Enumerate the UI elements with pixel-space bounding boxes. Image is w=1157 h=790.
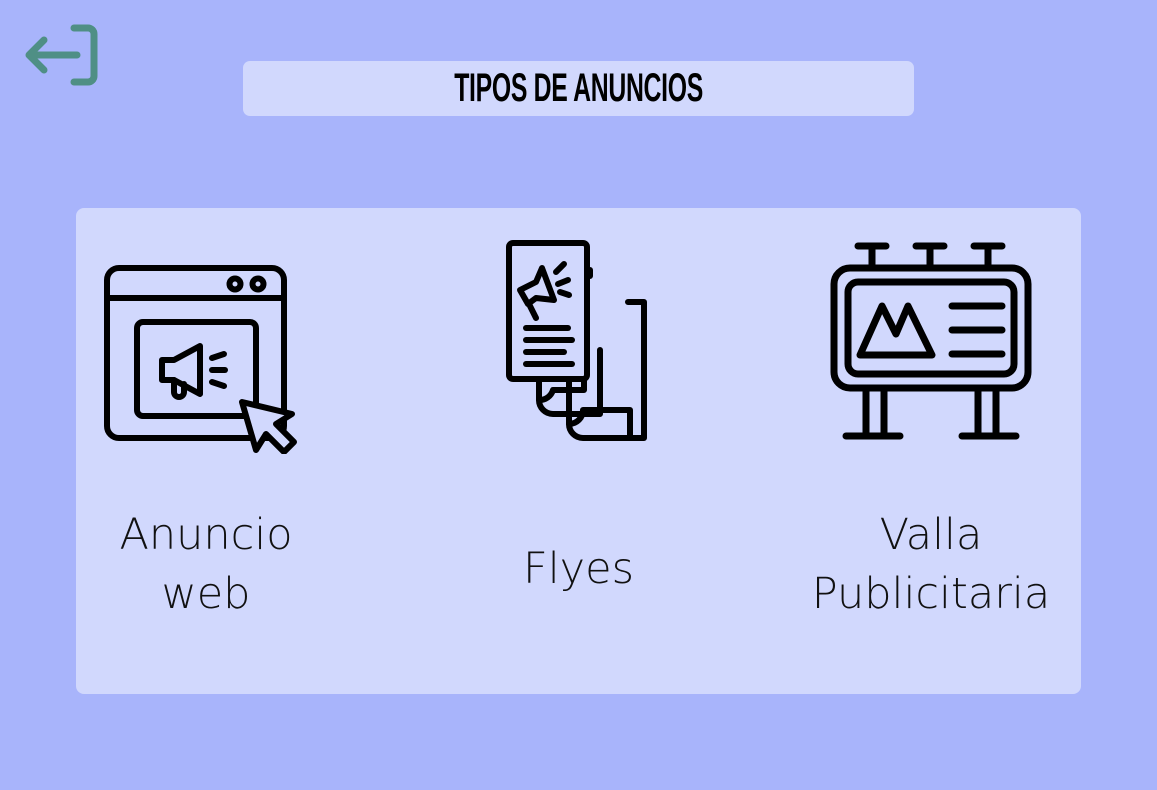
card-web-ad-label: Anuncio web xyxy=(119,510,293,619)
sign-out-arrow-left-icon xyxy=(25,24,98,86)
back-button[interactable] xyxy=(22,22,100,88)
card-billboard-label: Valla Publicitaria xyxy=(811,510,1051,619)
card-flyers[interactable]: Flyes xyxy=(436,208,726,694)
page-title: TIPOS DE ANUNCIOS xyxy=(454,66,703,110)
card-flyers-label: Flyes xyxy=(523,544,634,594)
billboard-icon xyxy=(830,242,1032,440)
title-bar: TIPOS DE ANUNCIOS xyxy=(243,61,914,116)
card-billboard[interactable]: Valla Publicitaria xyxy=(776,208,1081,694)
flyers-megaphone-icon xyxy=(506,240,647,441)
web-ad-megaphone-browser-icon xyxy=(104,265,297,454)
card-web-ad[interactable]: Anuncio web xyxy=(76,208,376,694)
ad-types-panel: Anuncio web Flyes Valla Publicitaria xyxy=(76,208,1081,694)
